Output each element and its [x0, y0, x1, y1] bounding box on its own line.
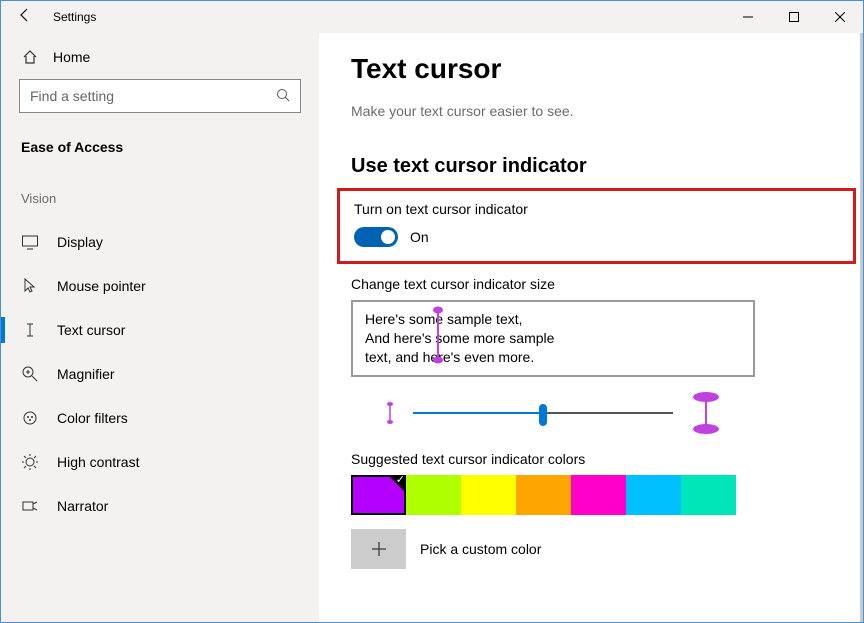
sample-line: And here's some more sample: [365, 329, 741, 348]
sidebar-item-color-filters[interactable]: Color filters: [1, 396, 319, 440]
sidebar-item-label: Color filters: [57, 410, 128, 426]
check-icon: ✓: [396, 473, 405, 486]
page-subtitle: Make your text cursor easier to see.: [351, 103, 860, 119]
sidebar-item-label: Text cursor: [57, 322, 125, 338]
pick-custom-color-button[interactable]: [351, 529, 406, 569]
color-swatch-purple[interactable]: ✓: [351, 475, 406, 515]
search-icon: [276, 88, 290, 105]
window-title: Settings: [49, 10, 725, 24]
color-swatch-teal[interactable]: [681, 475, 736, 515]
high-contrast-icon: [21, 453, 39, 471]
sample-text-preview: Here's some sample text, And here's some…: [351, 300, 755, 377]
sidebar-item-magnifier[interactable]: Magnifier: [1, 352, 319, 396]
sidebar-item-mouse-pointer[interactable]: Mouse pointer: [1, 264, 319, 308]
section-heading: Use text cursor indicator: [351, 155, 860, 178]
highlight-annotation: Turn on text cursor indicator On: [337, 188, 856, 264]
sidebar: Home Ease of Access Vision Display: [1, 33, 319, 622]
color-swatch-skyblue[interactable]: [626, 475, 681, 515]
group-header: Vision: [1, 161, 319, 212]
mouse-pointer-icon: [21, 277, 39, 295]
text-cursor-icon: [21, 321, 39, 339]
size-slider[interactable]: [413, 412, 673, 414]
content-pane: Text cursor Make your text cursor easier…: [319, 33, 863, 622]
sidebar-item-label: Mouse pointer: [57, 278, 146, 294]
sidebar-item-label: Magnifier: [57, 366, 115, 382]
slider-max-icon: [691, 391, 721, 435]
sidebar-item-label: High contrast: [57, 454, 139, 470]
home-icon: [21, 49, 39, 65]
sample-line: text, and here's even more.: [365, 348, 741, 367]
close-button[interactable]: [817, 1, 863, 33]
home-nav[interactable]: Home: [1, 33, 319, 79]
colors-label: Suggested text cursor indicator colors: [351, 451, 860, 467]
sidebar-item-display[interactable]: Display: [1, 220, 319, 264]
magnifier-icon: [21, 365, 39, 383]
sidebar-item-high-contrast[interactable]: High contrast: [1, 440, 319, 484]
narrator-icon: [21, 497, 39, 515]
color-swatch-row: ✓: [351, 475, 860, 515]
titlebar: Settings: [1, 1, 863, 33]
minimize-button[interactable]: [725, 1, 771, 33]
sidebar-item-label: Narrator: [57, 498, 108, 514]
sidebar-item-text-cursor[interactable]: Text cursor: [1, 308, 319, 352]
size-slider-row: [351, 391, 755, 435]
cursor-indicator-preview: [431, 306, 443, 364]
display-icon: [21, 233, 39, 251]
toggle-state: On: [410, 229, 429, 245]
slider-thumb[interactable]: [539, 404, 547, 426]
color-swatch-gold[interactable]: [516, 475, 571, 515]
sidebar-item-label: Display: [57, 234, 103, 250]
maximize-button[interactable]: [771, 1, 817, 33]
color-swatch-pink[interactable]: [571, 475, 626, 515]
cursor-indicator-toggle[interactable]: [354, 227, 398, 247]
color-swatch-lime[interactable]: [406, 475, 461, 515]
search-field[interactable]: [30, 88, 276, 104]
color-filters-icon: [21, 409, 39, 427]
custom-color-label: Pick a custom color: [420, 541, 541, 557]
toggle-label: Turn on text cursor indicator: [354, 201, 839, 217]
color-swatch-yellow[interactable]: [461, 475, 516, 515]
sidebar-item-narrator[interactable]: Narrator: [1, 484, 319, 528]
search-input[interactable]: [19, 79, 301, 113]
back-button[interactable]: [1, 7, 49, 28]
home-label: Home: [53, 49, 90, 65]
size-label: Change text cursor indicator size: [351, 276, 860, 292]
plus-icon: [371, 541, 387, 557]
sample-line: Here's some sample text,: [365, 310, 741, 329]
page-title: Text cursor: [351, 53, 860, 85]
slider-min-icon: [385, 401, 395, 425]
section-header: Ease of Access: [1, 113, 319, 161]
